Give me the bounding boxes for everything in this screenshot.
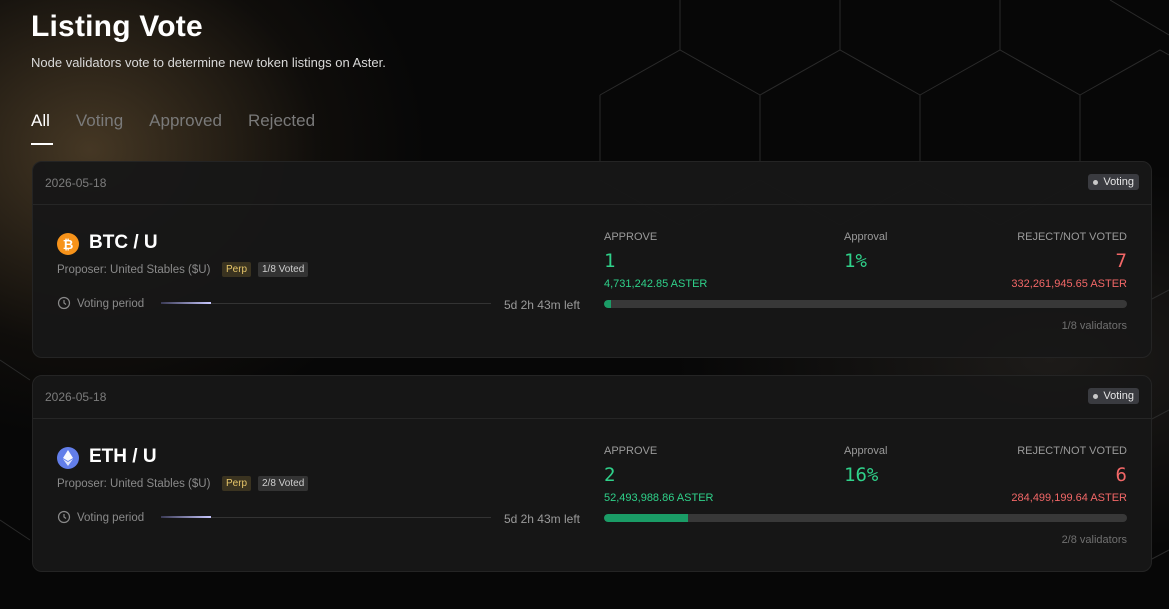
voting-period-bar	[161, 302, 491, 304]
validators-count: 2/8 validators	[1061, 534, 1127, 546]
eth-icon	[57, 447, 79, 469]
reject-count: 6	[1115, 464, 1127, 486]
status-dot-icon	[1093, 179, 1099, 185]
approve-count: 2	[604, 464, 616, 486]
status-label: Voting	[1103, 176, 1134, 188]
reject-amount: 284,499,199.64 ASTER	[1011, 492, 1127, 504]
approval-percent: 16%	[844, 464, 879, 486]
clock-icon	[57, 510, 71, 524]
voting-period-fill	[161, 302, 211, 304]
approve-count: 1	[604, 250, 616, 272]
approval-progress-fill	[604, 300, 612, 308]
tab-rejected[interactable]: Rejected	[248, 111, 315, 145]
reject-count: 7	[1115, 250, 1127, 272]
approval-progress-bar	[604, 300, 1127, 308]
voting-period-label: Voting period	[77, 512, 145, 524]
approval-percent: 1%	[844, 250, 867, 272]
approval-label: Approval	[844, 445, 888, 457]
status-dot-icon	[1093, 393, 1099, 399]
card-header: 2026-05-18 Voting	[33, 376, 1151, 419]
status-label: Voting	[1103, 390, 1134, 402]
approve-label: APPROVE	[604, 445, 658, 457]
listing-card-eth[interactable]: 2026-05-18 Voting ETH / U Proposer: Unit…	[32, 375, 1152, 572]
approve-label: APPROVE	[604, 231, 658, 243]
validators-count: 1/8 validators	[1061, 320, 1127, 332]
listing-date: 2026-05-18	[45, 390, 107, 404]
page-subtitle: Node validators vote to determine new to…	[31, 55, 386, 70]
listing-card-btc[interactable]: 2026-05-18 Voting ₿ BTC / U Proposer: Un…	[32, 161, 1152, 358]
voting-period-fill	[161, 516, 211, 518]
tab-voting[interactable]: Voting	[76, 111, 123, 145]
voting-period-label: Voting period	[77, 298, 145, 310]
approve-amount: 52,493,988.86 ASTER	[604, 492, 714, 504]
approval-progress-bar	[604, 514, 1127, 522]
approval-label: Approval	[844, 231, 888, 243]
perp-tag: Perp	[222, 476, 252, 491]
btc-icon: ₿	[57, 233, 79, 255]
status-badge: Voting	[1088, 174, 1139, 190]
reject-amount: 332,261,945.65 ASTER	[1011, 278, 1127, 290]
listing-date: 2026-05-18	[45, 176, 107, 190]
proposer: Proposer: United Stables ($U)	[57, 478, 211, 490]
tab-approved[interactable]: Approved	[149, 111, 222, 145]
voted-count-tag: 2/8 Voted	[258, 476, 309, 491]
reject-label: REJECT/NOT VOTED	[1017, 231, 1127, 243]
filter-tabs: All Voting Approved Rejected	[31, 111, 341, 145]
time-left: 5d 2h 43m left	[503, 298, 580, 312]
reject-label: REJECT/NOT VOTED	[1017, 445, 1127, 457]
clock-icon	[57, 296, 71, 310]
voted-count-tag: 1/8 Voted	[258, 262, 309, 277]
proposer: Proposer: United Stables ($U)	[57, 264, 211, 276]
pair-name[interactable]: BTC / U	[89, 232, 158, 254]
pair-name[interactable]: ETH / U	[89, 446, 157, 468]
perp-tag: Perp	[222, 262, 252, 277]
time-left: 5d 2h 43m left	[503, 512, 580, 526]
card-header: 2026-05-18 Voting	[33, 162, 1151, 205]
tab-all[interactable]: All	[31, 111, 53, 145]
voting-period-bar	[161, 516, 491, 518]
approval-progress-fill	[604, 514, 688, 522]
svg-text:₿: ₿	[63, 238, 74, 253]
status-badge: Voting	[1088, 388, 1139, 404]
approve-amount: 4,731,242.85 ASTER	[604, 278, 708, 290]
page-title: Listing Vote	[31, 10, 203, 43]
